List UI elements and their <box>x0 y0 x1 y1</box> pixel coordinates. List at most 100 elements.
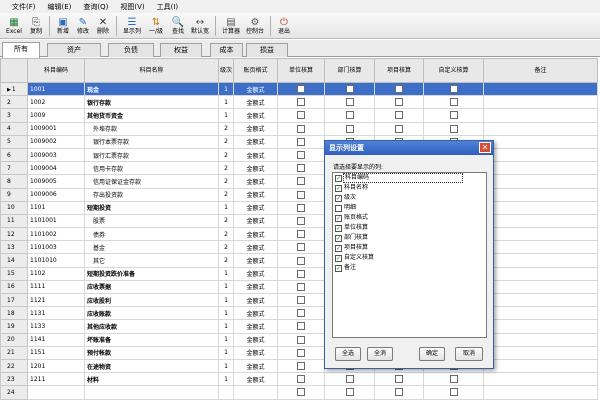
table-row[interactable]: ▶1 1001 现金 1 金额式 <box>0 81 598 97</box>
remark-cell[interactable] <box>483 95 598 110</box>
column-option[interactable]: ✓ 级次 <box>333 193 486 203</box>
table-row[interactable]: 23 1211 材料 1 金额式 <box>0 372 598 387</box>
unit-accounting-checkbox[interactable] <box>297 151 305 160</box>
level-cell[interactable]: 2 <box>218 121 234 136</box>
level-cell[interactable]: 1 <box>218 200 234 215</box>
column-header[interactable]: 科目编码 <box>27 58 85 83</box>
tab-5[interactable]: 损益 <box>246 43 288 57</box>
level-cell[interactable]: 1 <box>218 345 234 360</box>
page-format-cell[interactable]: 金额式 <box>233 253 278 268</box>
remark-cell[interactable] <box>483 372 598 387</box>
column-option[interactable]: ✓ 项目核算 <box>333 243 486 253</box>
unit-accounting-checkbox[interactable] <box>297 269 305 278</box>
unit-accounting-checkbox[interactable] <box>297 282 305 291</box>
unit-accounting-checkbox[interactable] <box>297 124 305 133</box>
remark-cell[interactable] <box>483 253 598 268</box>
column-header[interactable]: 自定义核算 <box>423 58 484 83</box>
page-format-cell[interactable]: 金额式 <box>233 134 278 149</box>
remark-cell[interactable] <box>483 187 598 202</box>
remark-cell[interactable] <box>483 358 598 374</box>
unit-accounting-checkbox[interactable] <box>297 256 305 265</box>
level-cell[interactable]: 2 <box>218 227 234 242</box>
table-row[interactable]: 8 1009005 信用证保证金存款 2 金额式 <box>0 174 598 189</box>
account-name-cell[interactable]: 银行汇票存款 <box>84 147 219 163</box>
column-option[interactable]: ✓ 科目名称 <box>333 183 486 193</box>
table-row[interactable]: 15 1102 短期投资跌价准备 1 金额式 <box>0 266 598 281</box>
unit-accounting-checkbox[interactable] <box>297 388 305 397</box>
level-cell[interactable]: 2 <box>218 147 234 163</box>
account-name-cell[interactable]: 银行本票存款 <box>84 134 219 149</box>
dialog-title-bar[interactable]: 显示列设置 ✕ <box>325 141 493 155</box>
table-row[interactable]: 3 1009 其他货币资金 1 金额式 <box>0 108 598 123</box>
account-name-cell[interactable]: 应收股利 <box>84 292 219 308</box>
remark-cell[interactable] <box>483 213 598 229</box>
account-code-cell[interactable]: 1009001 <box>27 121 85 136</box>
account-code-cell[interactable]: 1102 <box>27 266 85 281</box>
remark-cell[interactable] <box>483 332 598 347</box>
unit-accounting-checkbox[interactable] <box>297 111 305 120</box>
exit-button[interactable]: ⏻ 退出 <box>274 14 294 38</box>
unit-accounting-checkbox[interactable] <box>297 85 305 94</box>
account-name-cell[interactable]: 银行存款 <box>84 95 219 110</box>
account-code-cell[interactable]: 1002 <box>27 95 85 110</box>
column-option[interactable]: ✓ 自定义核算 <box>333 253 486 263</box>
account-code-cell[interactable]: 1001 <box>27 81 85 97</box>
menu-item[interactable]: 文件(F) <box>10 2 38 12</box>
column-checklist[interactable]: ✓ 科目编码 ✓ 科目名称 ✓ 级次 明细 ✓ 账页格式 ✓ 单位核算 ✓ 部门核算 ✓ 项目核算 ✓ 自定义核… <box>332 172 487 338</box>
unit-accounting-checkbox[interactable] <box>297 203 305 212</box>
account-code-cell[interactable]: 1131 <box>27 306 85 321</box>
account-name-cell[interactable]: 外埠存款 <box>84 121 219 136</box>
remark-cell[interactable] <box>483 200 598 215</box>
dept-accounting-checkbox[interactable] <box>345 111 354 120</box>
account-name-cell[interactable] <box>84 385 219 400</box>
column-option[interactable]: 明细 <box>333 203 486 213</box>
table-row[interactable]: 5 1009002 银行本票存款 2 金额式 <box>0 134 598 149</box>
account-code-cell[interactable]: 1111 <box>27 279 85 295</box>
account-code-cell[interactable]: 1009005 <box>27 174 85 189</box>
column-header[interactable]: 账页格式 <box>233 58 278 83</box>
account-code-cell[interactable]: 1101 <box>27 200 85 215</box>
level-cell[interactable]: 1 <box>218 306 234 321</box>
console-button[interactable]: ⚙ 控制台 <box>243 14 267 38</box>
unit-accounting-checkbox[interactable] <box>297 98 305 107</box>
account-name-cell[interactable]: 股票 <box>84 213 219 229</box>
page-format-cell[interactable] <box>233 385 278 400</box>
table-row[interactable]: 22 1201 在途物资 1 金额式 <box>0 358 598 374</box>
copy-button[interactable]: ⎘ 复制 <box>26 14 46 38</box>
page-format-cell[interactable]: 金额式 <box>233 332 278 347</box>
dept-accounting-checkbox[interactable] <box>345 375 354 384</box>
page-format-cell[interactable]: 金额式 <box>233 345 278 360</box>
clear-all-button[interactable]: 全消 <box>367 347 393 361</box>
level-cell[interactable]: 1 <box>218 266 234 281</box>
remark-cell[interactable] <box>483 161 598 176</box>
account-name-cell[interactable]: 短期投资 <box>84 200 219 215</box>
column-header[interactable]: 部门核算 <box>324 58 375 83</box>
level-cell[interactable]: 1 <box>218 279 234 295</box>
project-accounting-checkbox[interactable] <box>395 85 403 94</box>
table-row[interactable]: 6 1009003 银行汇票存款 2 金额式 <box>0 147 598 163</box>
account-code-cell[interactable]: 1211 <box>27 372 85 387</box>
project-accounting-checkbox[interactable] <box>395 388 403 397</box>
close-icon[interactable]: ✕ <box>479 142 491 153</box>
account-name-cell[interactable]: 现金 <box>84 81 219 97</box>
table-row[interactable]: 7 1009004 信用卡存款 2 金额式 <box>0 161 598 176</box>
level-cell[interactable] <box>218 385 234 400</box>
column-option[interactable]: ✓ 备注 <box>333 263 486 273</box>
page-format-cell[interactable]: 金额式 <box>233 161 278 176</box>
level-cell[interactable]: 2 <box>218 240 234 255</box>
account-code-cell[interactable]: 1101001 <box>27 213 85 229</box>
account-name-cell[interactable]: 信用证保证金存款 <box>84 174 219 189</box>
project-accounting-checkbox[interactable] <box>395 98 403 107</box>
level-cell[interactable]: 2 <box>218 161 234 176</box>
account-code-cell[interactable]: 1009003 <box>27 147 85 163</box>
account-name-cell[interactable]: 坏账准备 <box>84 332 219 347</box>
column-checkbox[interactable]: ✓ <box>335 234 342 242</box>
account-name-cell[interactable]: 其它 <box>84 253 219 268</box>
find-button[interactable]: 🔍 查找 <box>168 14 188 38</box>
column-option[interactable]: ✓ 科目编码 <box>333 173 486 183</box>
account-code-cell[interactable] <box>27 385 85 400</box>
column-checkbox[interactable]: ✓ <box>335 184 342 192</box>
table-row[interactable]: 9 1009006 存出投资款 2 金额式 <box>0 187 598 202</box>
page-format-cell[interactable]: 金额式 <box>233 279 278 295</box>
tab-3[interactable]: 权益 <box>160 43 202 57</box>
